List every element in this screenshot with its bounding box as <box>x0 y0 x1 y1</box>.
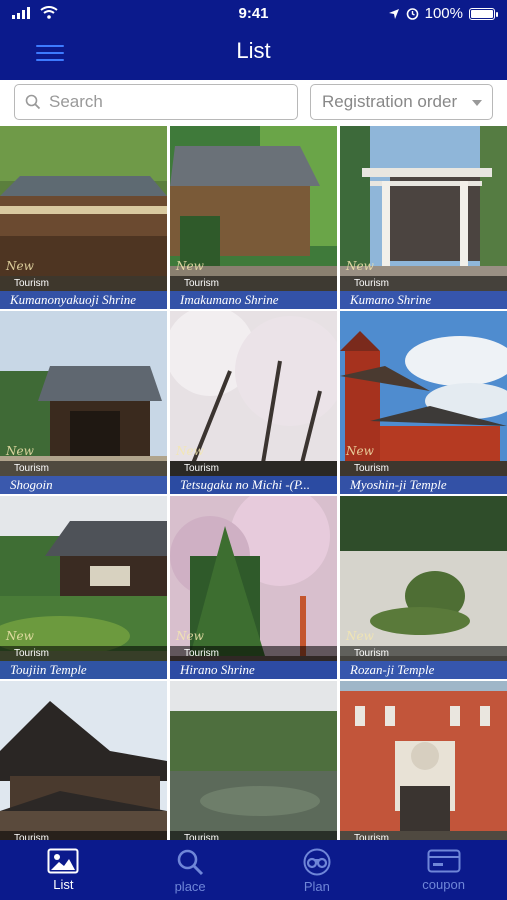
place-name: Tetsugaku no Michi -(P... <box>170 476 337 494</box>
place-card[interactable]: New Tourism Tetsugaku no Michi -(P... <box>170 311 337 494</box>
category-label: Tourism <box>170 276 337 291</box>
category-label: Tourism <box>170 831 337 840</box>
new-badge: New <box>346 444 374 458</box>
place-name: Toujiin Temple <box>0 661 167 679</box>
place-card[interactable]: New Tourism Kumanonyakuoji Shrine <box>0 126 167 309</box>
category-label: Tourism <box>170 646 337 661</box>
search-box[interactable] <box>14 84 298 120</box>
image-icon <box>47 848 79 874</box>
tab-coupon[interactable]: coupon <box>380 840 507 900</box>
search-icon <box>177 849 204 876</box>
place-card[interactable]: Tourism <box>340 681 507 840</box>
new-badge: New <box>346 259 374 273</box>
sort-order-select[interactable]: Registration order <box>310 84 493 120</box>
tab-label: coupon <box>422 877 465 892</box>
page-title: List <box>236 38 271 63</box>
place-card[interactable]: Tourism <box>0 681 167 840</box>
alarm-icon <box>406 8 418 20</box>
place-card[interactable]: New Tourism Rozan-ji Temple <box>340 496 507 679</box>
coupon-icon <box>427 849 461 873</box>
category-label: Tourism <box>0 646 167 661</box>
status-right: 100% <box>388 5 498 22</box>
place-card[interactable]: New Tourism Hirano Shrine <box>170 496 337 679</box>
binoculars-icon <box>303 848 331 876</box>
new-badge: New <box>176 259 204 273</box>
tab-label: place <box>174 879 206 894</box>
status-bar: 9:41 100% <box>0 0 507 28</box>
place-name: Shogoin <box>0 476 167 494</box>
category-label: Tourism <box>340 276 507 291</box>
category-label: Tourism <box>0 276 167 291</box>
search-input[interactable] <box>49 92 279 112</box>
new-badge: New <box>346 629 374 643</box>
place-card[interactable]: New Tourism Imakumano Shrine <box>170 126 337 309</box>
place-card[interactable]: New Tourism Kumano Shrine <box>340 126 507 309</box>
category-label: Tourism <box>0 831 167 840</box>
place-card[interactable]: Tourism <box>170 681 337 840</box>
place-card[interactable]: New Tourism Toujiin Temple <box>0 496 167 679</box>
place-name: Rozan-ji Temple <box>340 661 507 679</box>
tab-place[interactable]: place <box>127 840 254 900</box>
category-label: Tourism <box>340 646 507 661</box>
search-icon <box>25 94 41 110</box>
place-name: Hirano Shrine <box>170 661 337 679</box>
category-label: Tourism <box>340 461 507 476</box>
battery-icon <box>469 7 498 20</box>
place-card[interactable]: New Tourism Shogoin <box>0 311 167 494</box>
new-badge: New <box>6 259 34 273</box>
tab-label: List <box>53 877 74 892</box>
place-name: Kumano Shrine <box>340 291 507 309</box>
filter-row: Registration order <box>0 80 507 126</box>
new-badge: New <box>176 629 204 643</box>
new-badge: New <box>6 444 34 458</box>
tab-plan[interactable]: Plan <box>254 840 381 900</box>
tab-label: Plan <box>303 879 330 894</box>
places-grid: New Tourism Kumanonyakuoji Shrine New To… <box>0 126 507 840</box>
place-card[interactable]: New Tourism Myoshin-ji Temple <box>340 311 507 494</box>
place-photo <box>170 681 337 840</box>
place-name: Kumanonyakuoji Shrine <box>0 291 167 309</box>
place-name: Imakumano Shrine <box>170 291 337 309</box>
new-badge: New <box>176 444 204 458</box>
location-icon <box>388 8 399 19</box>
battery-percent: 100% <box>424 5 463 22</box>
tab-list[interactable]: List <box>0 840 127 900</box>
place-photo <box>0 681 167 840</box>
tab-bar: List place Plan coupon <box>0 840 507 900</box>
category-label: Tourism <box>340 831 507 840</box>
place-name: Myoshin-ji Temple <box>340 476 507 494</box>
category-label: Tourism <box>0 461 167 476</box>
sort-order-value: Registration order <box>322 92 458 111</box>
new-badge: New <box>6 629 34 643</box>
dropdown-caret-icon <box>472 100 482 106</box>
category-label: Tourism <box>170 461 337 476</box>
place-photo <box>340 681 507 840</box>
nav-bar: List <box>0 28 507 80</box>
